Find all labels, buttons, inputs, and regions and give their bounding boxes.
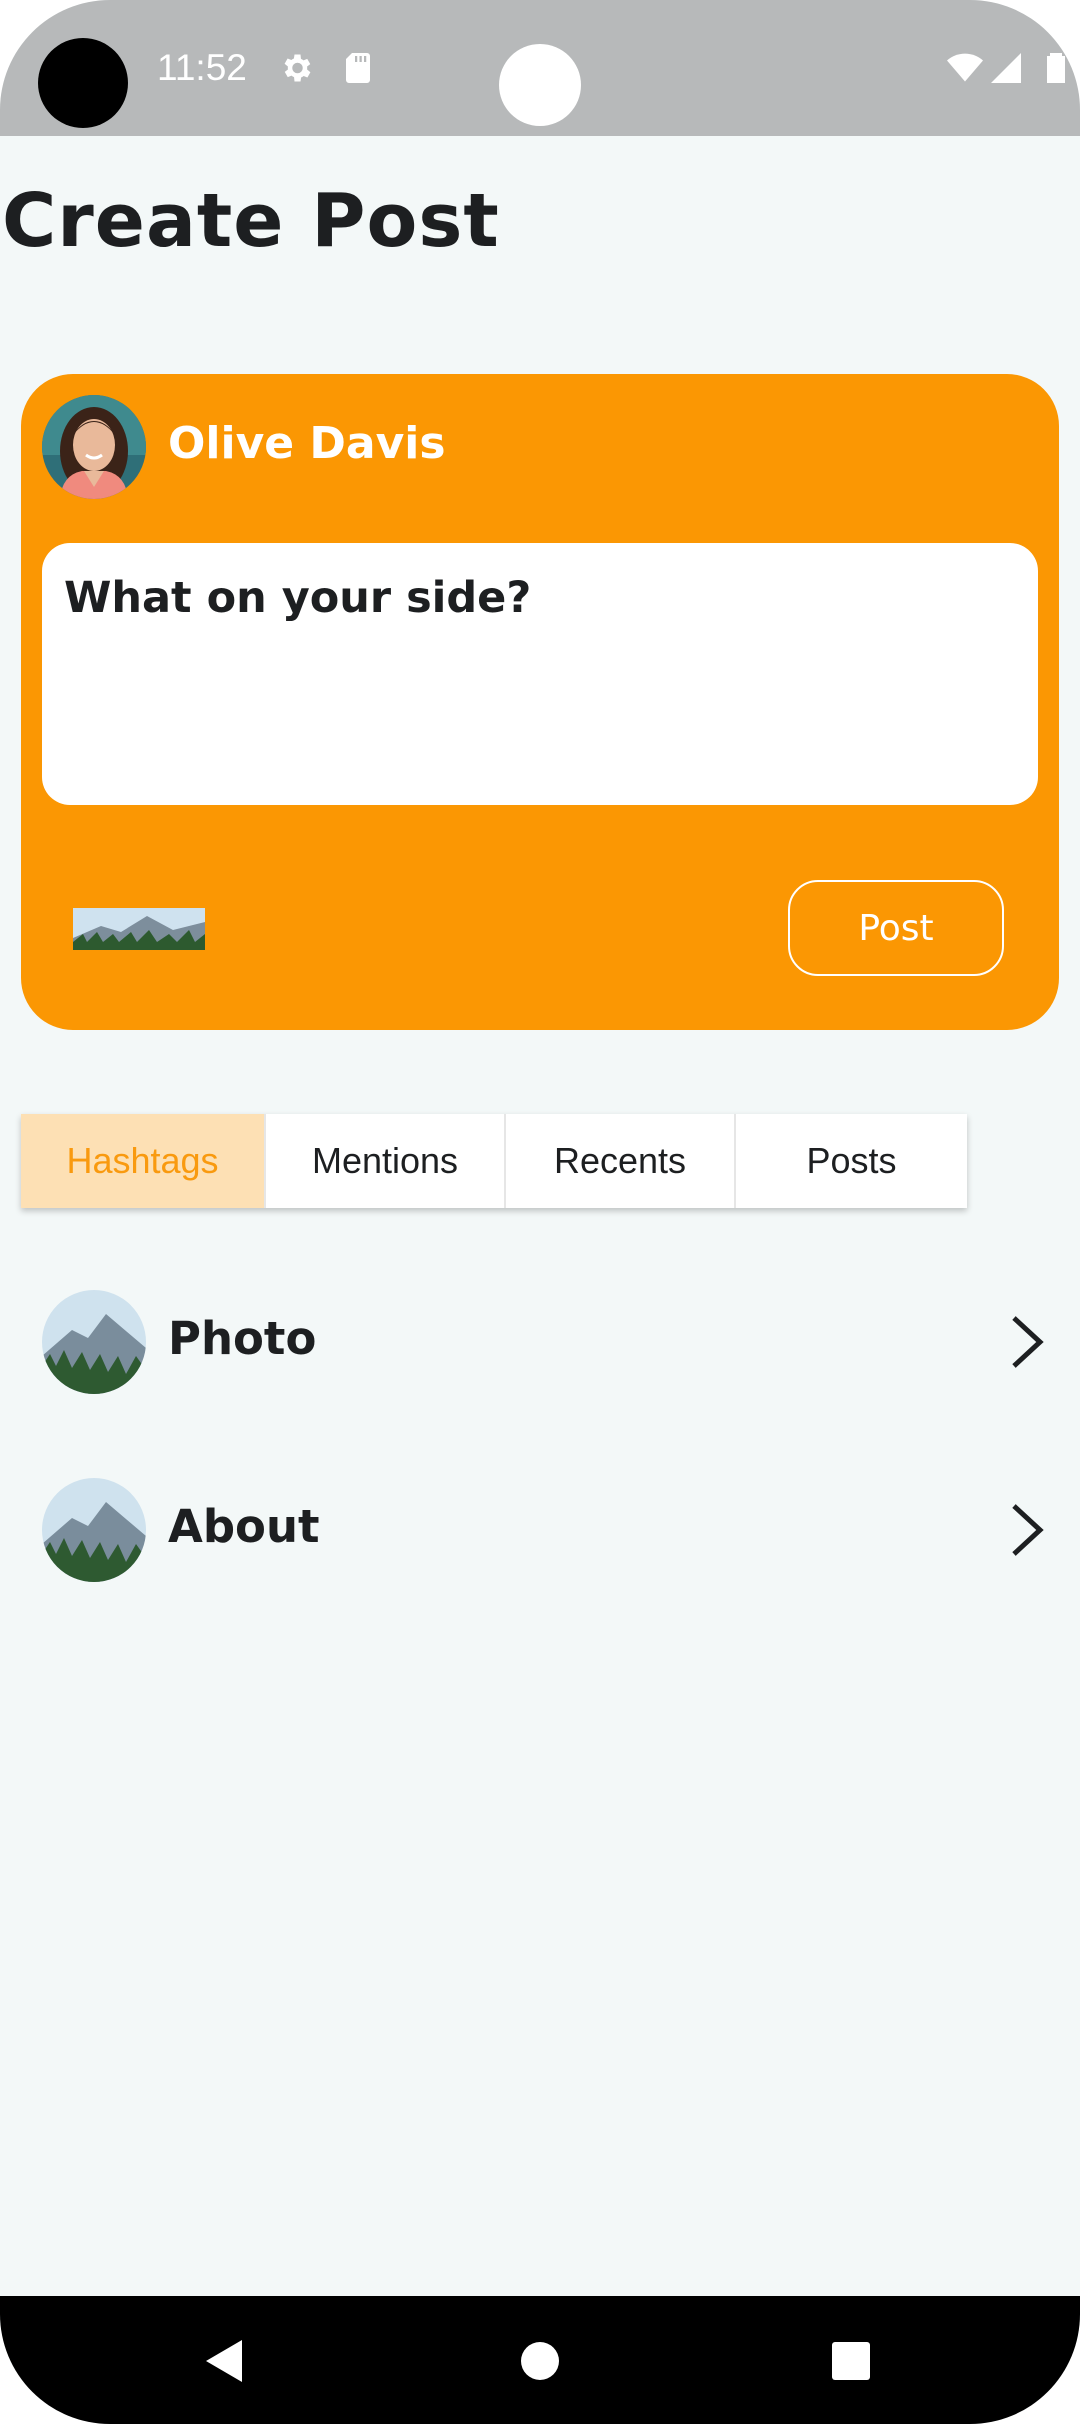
attached-image-thumbnail[interactable] [73, 908, 205, 950]
list-item-photo[interactable]: Photo [0, 1282, 1080, 1402]
landscape-image [73, 908, 205, 950]
mountain-image [42, 1478, 146, 1582]
camera-cutout [38, 38, 128, 128]
post-composer-card: Olive Davis What on your side? Post [21, 374, 1059, 1030]
app-screen: 11:52 Create Post Olive Davis What on yo… [0, 0, 1080, 2424]
signal-icon [991, 53, 1021, 83]
chevron-right-icon [1012, 1316, 1044, 1368]
system-nav-bar [0, 2296, 1080, 2424]
post-text-input[interactable]: What on your side? [42, 543, 1038, 805]
mountain-image [42, 1290, 146, 1394]
battery-icon [1047, 53, 1065, 83]
tab-mentions[interactable]: Mentions [264, 1114, 504, 1208]
camera-dot [499, 44, 581, 126]
settings-icon [284, 54, 311, 82]
about-thumbnail [42, 1478, 146, 1582]
wifi-icon [947, 53, 983, 82]
chevron-right-icon [1012, 1504, 1044, 1556]
photo-thumbnail [42, 1290, 146, 1394]
avatar-image [42, 395, 146, 499]
list-item-about[interactable]: About [0, 1470, 1080, 1590]
tab-hashtags[interactable]: Hashtags [21, 1114, 264, 1208]
list-label-about: About [168, 1500, 320, 1553]
back-icon[interactable] [200, 2336, 250, 2386]
status-bar: 11:52 [0, 0, 1080, 136]
tab-posts[interactable]: Posts [734, 1114, 967, 1208]
recents-icon[interactable] [826, 2336, 876, 2386]
user-name: Olive Davis [168, 418, 446, 469]
status-time: 11:52 [157, 47, 247, 88]
tab-bar: Hashtags Mentions Recents Posts [21, 1114, 967, 1208]
page-title: Create Post [2, 178, 500, 264]
post-button[interactable]: Post [788, 880, 1004, 976]
user-avatar[interactable] [42, 395, 146, 499]
tab-recents[interactable]: Recents [504, 1114, 734, 1208]
post-input-text: What on your side? [64, 573, 532, 623]
sd-card-icon [346, 53, 370, 83]
home-icon[interactable] [515, 2336, 565, 2386]
list-label-photo: Photo [168, 1312, 317, 1365]
